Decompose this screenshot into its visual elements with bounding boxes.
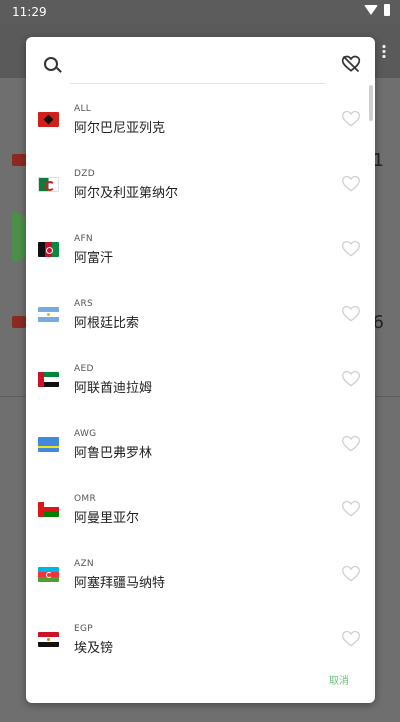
currency-item-egp[interactable]: EGP 埃及镑 xyxy=(26,618,375,683)
status-icons xyxy=(364,4,390,16)
oman-flag-icon xyxy=(38,502,59,517)
currency-name: 阿塞拜疆马纳特 xyxy=(74,576,166,591)
currency-name: 阿尔巴尼亚列克 xyxy=(74,121,166,136)
currency-code: AFN xyxy=(74,234,93,244)
currency-item-ars[interactable]: ARS 阿根廷比索 xyxy=(26,293,375,358)
currency-name: 阿曼里亚尔 xyxy=(74,511,140,526)
algeria-flag-icon xyxy=(38,177,59,192)
aruba-flag-icon xyxy=(38,437,59,452)
currency-code: AED xyxy=(74,364,94,374)
heart-outline-icon[interactable] xyxy=(341,109,361,129)
favorites-filter-icon[interactable] xyxy=(341,54,361,74)
heart-outline-icon[interactable] xyxy=(341,304,361,324)
currency-name: 阿尔及利亚第纳尔 xyxy=(74,186,179,201)
heart-outline-icon[interactable] xyxy=(341,564,361,584)
currency-item-azn[interactable]: AZN 阿塞拜疆马纳特 xyxy=(26,553,375,618)
currency-item-omr[interactable]: OMR 阿曼里亚尔 xyxy=(26,488,375,553)
cancel-button[interactable]: 取消 xyxy=(325,670,353,689)
heart-outline-icon[interactable] xyxy=(341,434,361,454)
currency-code: AZN xyxy=(74,559,94,569)
currency-name: 阿鲁巴弗罗林 xyxy=(74,446,153,461)
currency-name: 阿根廷比索 xyxy=(74,316,140,331)
currency-item-afn[interactable]: AFN 阿富汗 xyxy=(26,228,375,293)
currency-item-aed[interactable]: AED 阿联酋迪拉姆 xyxy=(26,358,375,423)
search-icon[interactable] xyxy=(44,57,58,71)
egypt-flag-icon xyxy=(38,632,59,647)
currency-list: ALL 阿尔巴尼亚列克 DZD 阿尔及利亚第纳尔 AFN 阿富汗 ARS 阿根廷… xyxy=(26,98,375,683)
afghanistan-flag-icon xyxy=(38,242,59,257)
status-bar: 11:29 xyxy=(0,0,400,24)
heart-outline-icon[interactable] xyxy=(341,499,361,519)
heart-outline-icon[interactable] xyxy=(341,239,361,259)
currency-code: AWG xyxy=(74,429,97,439)
heart-outline-icon[interactable] xyxy=(341,174,361,194)
status-time: 11:29 xyxy=(12,5,47,19)
currency-name: 阿联酋迪拉姆 xyxy=(74,381,153,396)
azerbaijan-flag-icon xyxy=(38,567,59,582)
currency-name: 阿富汗 xyxy=(74,251,114,266)
currency-code: EGP xyxy=(74,624,93,634)
background-flag-2 xyxy=(12,316,26,328)
battery-icon xyxy=(384,4,390,16)
heart-outline-icon[interactable] xyxy=(341,369,361,389)
currency-code: OMR xyxy=(74,494,97,504)
currency-code: ALL xyxy=(74,104,92,114)
currency-picker-dialog: ALL 阿尔巴尼亚列克 DZD 阿尔及利亚第纳尔 AFN 阿富汗 ARS 阿根廷… xyxy=(26,37,375,703)
currency-item-dzd[interactable]: DZD 阿尔及利亚第纳尔 xyxy=(26,163,375,228)
search-input[interactable] xyxy=(70,55,326,84)
albania-flag-icon xyxy=(38,112,59,127)
currency-item-awg[interactable]: AWG 阿鲁巴弗罗林 xyxy=(26,423,375,488)
currency-item-all[interactable]: ALL 阿尔巴尼亚列克 xyxy=(26,98,375,163)
overflow-menu-icon xyxy=(382,44,386,58)
currency-name: 埃及镑 xyxy=(74,641,114,656)
search-row xyxy=(26,37,375,93)
background-flag xyxy=(12,154,26,166)
currency-code: DZD xyxy=(74,169,95,179)
wifi-icon xyxy=(364,5,378,15)
heart-outline-icon[interactable] xyxy=(341,629,361,649)
uae-flag-icon xyxy=(38,372,59,387)
argentina-flag-icon xyxy=(38,307,59,322)
currency-code: ARS xyxy=(74,299,94,309)
